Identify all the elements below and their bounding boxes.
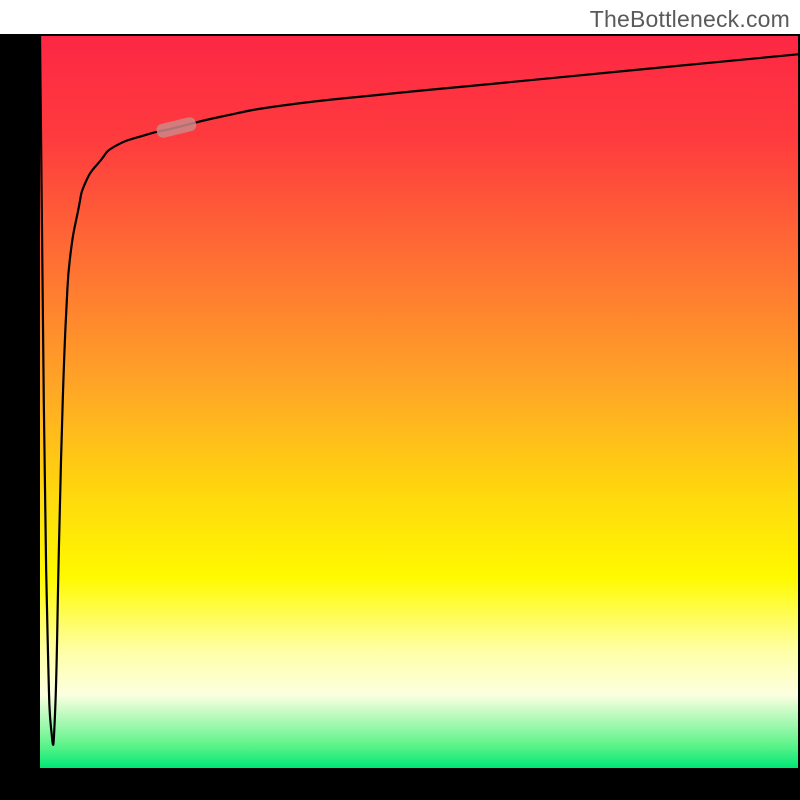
axis-frame-left [0,34,40,768]
chart-outer [0,0,800,800]
chart-curve [40,36,798,745]
chart-svg [40,36,798,768]
watermark-text: TheBottleneck.com [590,6,790,33]
chart-container: TheBottleneck.com [0,0,800,800]
curve-marker-icon [155,116,197,139]
axis-frame-bottom [0,768,800,800]
